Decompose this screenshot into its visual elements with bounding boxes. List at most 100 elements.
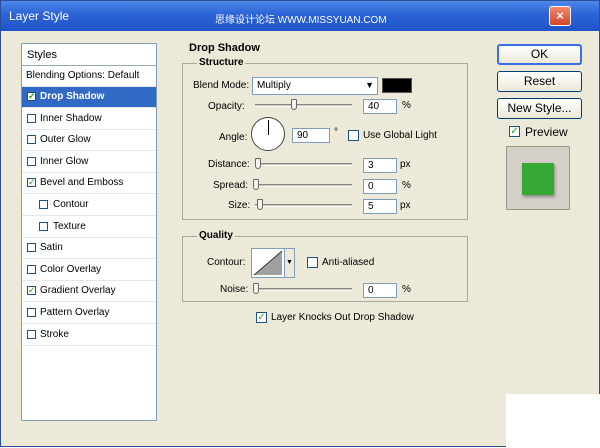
style-checkbox[interactable] [27,308,36,317]
shadow-color-swatch[interactable] [382,78,412,93]
noise-slider-thumb[interactable] [253,283,259,294]
distance-unit: px [400,159,411,170]
distance-input[interactable]: 3 [363,158,397,173]
chevron-down-icon: ▼ [365,80,374,90]
layer-style-dialog: Layer Style 思缘设计论坛 WWW.MISSYUAN.COM × St… [0,0,600,448]
style-checkbox[interactable] [27,156,36,166]
distance-slider-thumb[interactable] [255,158,261,169]
spread-slider-track[interactable] [255,184,352,187]
contour-label: Contour: [207,257,246,268]
style-checkbox[interactable] [27,243,36,253]
noise-label: Noise: [220,284,249,295]
layer-knocks-out-label: Layer Knocks Out Drop Shadow [271,312,414,323]
style-checkbox[interactable]: ✓ [27,92,36,101]
window-title: Layer Style [9,9,70,23]
preview-thumbnail [506,146,570,210]
spread-unit: % [402,180,411,191]
angle-label: Angle: [219,132,248,143]
size-unit: px [400,200,411,211]
opacity-slider-thumb[interactable] [291,99,298,110]
spread-input[interactable]: 0 [363,179,397,194]
noise-unit: % [402,284,411,295]
noise-slider-track[interactable] [255,288,352,291]
distance-label: Distance: [208,159,250,170]
style-checkbox[interactable] [39,200,48,209]
style-item-label: Color Overlay [40,263,102,275]
size-input[interactable]: 5 [363,199,397,214]
distance-slider-track[interactable] [255,163,352,166]
preview-label: Preview [525,125,568,139]
style-item-label: Satin [40,242,63,254]
blend-mode-label: Blend Mode: [193,80,250,91]
style-item[interactable]: Inner Shadow [22,109,156,130]
preview-swatch [522,163,554,195]
style-checkbox[interactable]: ✓ [27,286,36,296]
spread-label: Spread: [213,180,249,191]
style-item[interactable]: Stroke [22,325,156,346]
style-item[interactable]: Texture [22,217,156,238]
ok-button[interactable]: OK [497,44,582,65]
watermark-text: 思缘设计论坛 WWW.MISSYUAN.COM [215,15,387,26]
blend-mode-value: Multiply [257,80,291,91]
opacity-input[interactable]: 40 [363,99,397,114]
size-label: Size: [228,200,251,211]
spread-slider-thumb[interactable] [253,179,259,190]
anti-aliased-checkbox[interactable] [307,257,318,268]
structure-title: Structure [197,57,246,68]
angle-input[interactable]: 90 [292,128,330,143]
layer-knocks-out-checkbox[interactable]: ✓ [256,312,267,323]
quality-title: Quality [197,230,235,241]
style-checkbox[interactable] [39,221,48,231]
style-item-label: Texture [53,220,86,232]
style-item[interactable]: Inner Glow [22,152,156,173]
angle-indicator [268,120,269,135]
style-item[interactable]: Color Overlay [22,260,156,281]
style-checkbox[interactable]: ✓ [27,178,36,188]
chevron-down-icon: ▼ [286,259,293,266]
contour-picker[interactable] [251,248,285,278]
noise-input[interactable]: 0 [363,283,397,298]
style-item-label: Stroke [40,328,69,340]
drop-shadow-title: Drop Shadow [187,42,262,54]
style-item-label: Contour [53,199,89,210]
title-bar[interactable]: Layer Style 思缘设计论坛 WWW.MISSYUAN.COM × [1,1,599,31]
use-global-light-label: Use Global Light [363,130,437,141]
opacity-unit: % [402,100,411,111]
contour-curve-icon [253,250,283,276]
contour-dropdown-button[interactable]: ▼ [285,248,295,278]
blank-area [506,394,600,448]
blending-options-item[interactable]: Blending Options: Default [22,66,156,87]
use-global-light-checkbox[interactable] [348,130,359,141]
opacity-slider-track[interactable] [255,104,352,107]
style-item[interactable]: Satin [22,238,156,260]
anti-aliased-label: Anti-aliased [322,257,375,268]
styles-list: Styles Blending Options: Default ✓ Drop S… [21,43,157,421]
style-item[interactable]: ✓ Drop Shadow [22,87,156,108]
style-item[interactable]: Outer Glow [22,130,156,152]
style-item[interactable]: ✓ Gradient Overlay [22,281,156,303]
blend-mode-select[interactable]: Multiply ▼ [252,77,378,95]
preview-checkbox[interactable]: ✓ [509,126,520,137]
opacity-label: Opacity: [208,101,245,112]
style-item-label: Inner Glow [40,155,89,167]
reset-button[interactable]: Reset [497,71,582,92]
style-item-label: Bevel and Emboss [40,177,124,189]
close-button[interactable]: × [549,6,571,26]
style-item[interactable]: ✓ Bevel and Emboss [22,173,156,195]
style-checkbox[interactable] [27,264,36,274]
style-item-label: Outer Glow [40,134,91,146]
style-item-label: Pattern Overlay [40,307,110,318]
style-item-label: Inner Shadow [40,112,102,124]
size-slider-track[interactable] [255,204,352,207]
style-item[interactable]: Pattern Overlay [22,303,156,324]
new-style-button[interactable]: New Style... [497,98,582,119]
angle-unit: ° [334,127,338,138]
style-item[interactable]: Contour [22,195,156,216]
style-checkbox[interactable] [27,135,36,145]
size-slider-thumb[interactable] [257,199,263,210]
style-item-label: Drop Shadow [40,91,105,102]
style-checkbox[interactable] [27,113,36,123]
style-checkbox[interactable] [27,329,36,339]
angle-dial[interactable] [251,117,285,151]
styles-header[interactable]: Styles [22,44,156,66]
